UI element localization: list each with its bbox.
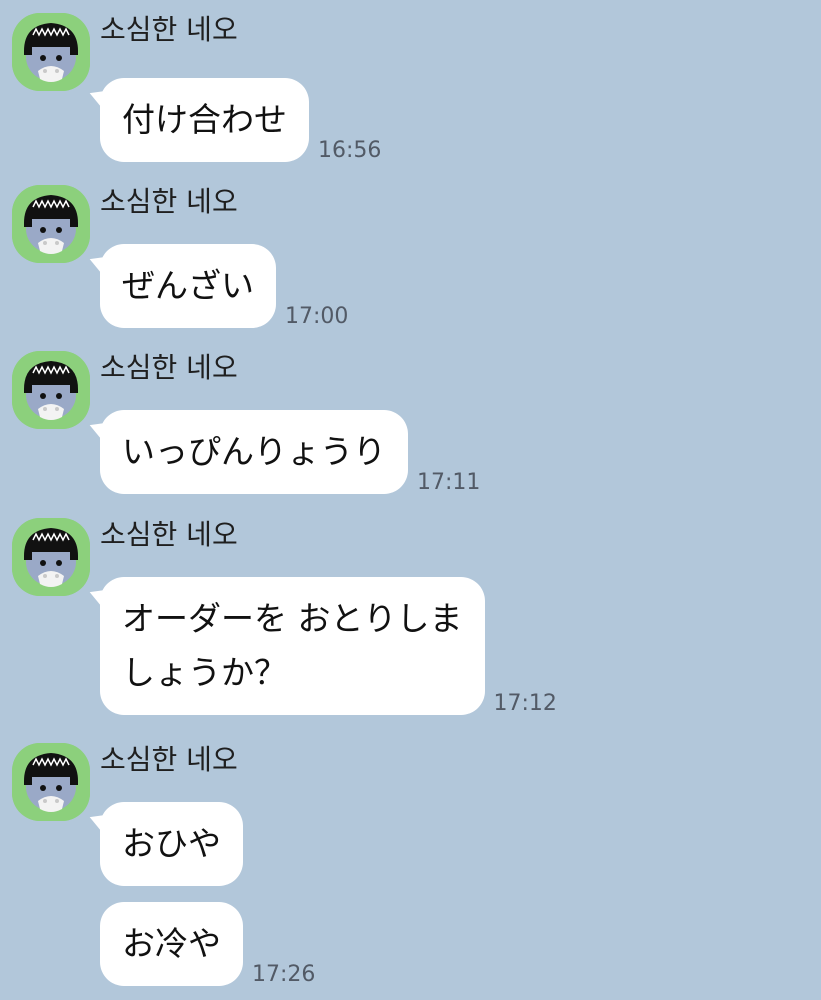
message-row: ぜんざい 17:00 (100, 244, 349, 329)
message-row: おひや (100, 802, 243, 886)
neo-avatar-icon (12, 518, 90, 596)
message-bubble[interactable]: オーダーを おとりしま しょうか？ (100, 577, 485, 715)
message-row: お冷や 17:26 (100, 902, 316, 987)
message-bubble[interactable]: いっぴんりょうり (100, 410, 408, 494)
chat-window: 소심한 네오 付け合わせ 16:56 소심한 네오 ぜんざい 17:00 소심한… (0, 0, 821, 1000)
timestamp: 17:00 (285, 304, 349, 329)
message-bubble[interactable]: おひや (100, 802, 243, 886)
sender-name: 소심한 네오 (100, 743, 238, 776)
timestamp: 17:12 (493, 691, 557, 716)
sender-name: 소심한 네오 (100, 518, 238, 551)
neo-avatar-icon (12, 185, 90, 263)
message-line: しょうか？ (122, 653, 287, 692)
sender-name: 소심한 네오 (100, 13, 238, 46)
message-bubble[interactable]: お冷や (100, 902, 243, 986)
message-row: いっぴんりょうり 17:11 (100, 410, 481, 495)
avatar[interactable] (12, 351, 90, 429)
avatar[interactable] (12, 185, 90, 263)
avatar[interactable] (12, 518, 90, 596)
neo-avatar-icon (12, 13, 90, 91)
avatar[interactable] (12, 743, 90, 821)
timestamp: 17:11 (417, 470, 481, 495)
avatar[interactable] (12, 13, 90, 91)
sender-name: 소심한 네오 (100, 185, 238, 218)
neo-avatar-icon (12, 351, 90, 429)
message-line: オーダーを おとりしま (122, 599, 463, 638)
message-row: 付け合わせ 16:56 (100, 78, 382, 163)
timestamp: 17:26 (252, 962, 316, 987)
timestamp: 16:56 (318, 138, 382, 163)
sender-name: 소심한 네오 (100, 351, 238, 384)
message-row: オーダーを おとりしま しょうか？ 17:12 (100, 577, 557, 716)
message-bubble[interactable]: 付け合わせ (100, 78, 309, 162)
neo-avatar-icon (12, 743, 90, 821)
message-bubble[interactable]: ぜんざい (100, 244, 276, 328)
